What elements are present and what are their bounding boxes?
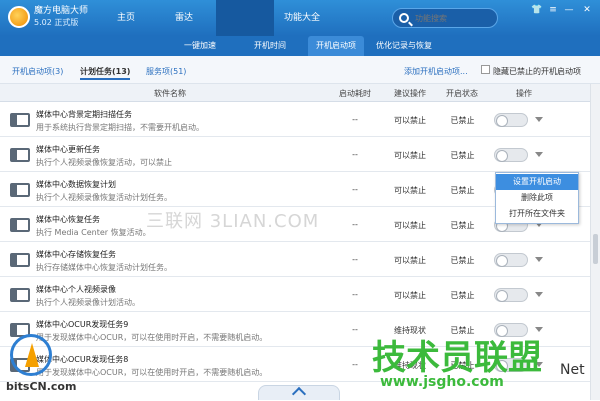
chevron-down-icon[interactable] [535,257,543,262]
filter-services[interactable]: 服务项(51) [146,66,186,77]
row-desc: 用于系统执行背景定期扫描，不需要开机启动。 [36,123,204,132]
bitscn-logo-icon [10,334,52,376]
row-toggle[interactable] [494,113,528,127]
watermark-jsgho-url: www.jsgho.com [380,374,504,390]
row-advice: 可以禁止 [394,221,426,230]
row-desc: 执行个人视频录像恢复活动计划任务。 [36,193,172,202]
row-desc: 执行 Media Center 恢复活动。 [36,228,151,237]
header-action: 操作 [516,89,532,98]
hide-disabled-checkbox[interactable] [481,65,490,74]
header-advice: 建议操作 [394,89,426,98]
vertical-scrollbar[interactable] [590,84,600,400]
table-row[interactable]: 媒体中心个人视频录像 执行个人视频录像计划活动。 -- 可以禁止 已禁止 [0,277,590,312]
app-version: 5.02 正式版 [34,18,79,27]
row-advice: 可以禁止 [394,256,426,265]
row-desc: 执行存储媒体中心恢复活动计划任务。 [36,263,172,272]
minimize-icon[interactable]: — [562,4,576,16]
add-startup-item-link[interactable]: 添加开机启动项... [404,66,468,77]
media-center-icon [10,183,30,197]
filter-startup-items[interactable]: 开机启动项(3) [12,66,63,77]
table-row[interactable]: 媒体中心更新任务 执行个人视频录像恢复活动，可以禁止 -- 可以禁止 已禁止 [0,137,590,172]
watermark-jsgho-cn: 技术员联盟 [372,338,542,378]
row-toggle[interactable] [494,288,528,302]
row-status: 已禁止 [450,256,475,265]
row-name: 媒体中心恢复任务 [36,215,100,224]
row-advice: 可以禁止 [394,151,426,160]
media-center-icon [10,113,30,127]
row-name: 媒体中心个人视频录像 [36,285,116,294]
sub-nav: 一键加速 开机时间 开机启动项 优化记录与恢复 [0,36,600,56]
menu-icon[interactable]: ≡ [546,4,560,16]
row-status: 已禁止 [450,221,475,230]
row-toggle[interactable] [494,148,528,162]
row-time: -- [352,325,358,334]
row-time: -- [352,255,358,264]
row-time: -- [352,115,358,124]
row-name: 媒体中心背景定期扫描任务 [36,110,132,119]
row-time: -- [352,220,358,229]
row-desc: 执行个人视频录像恢复活动，可以禁止 [36,158,172,167]
tab-rocket[interactable] [216,0,467,36]
subtab-boot-time[interactable]: 开机时间 [246,36,294,56]
row-status: 已禁止 [450,151,475,160]
row-advice: 可以禁止 [394,291,426,300]
chevron-down-icon[interactable] [535,117,543,122]
search-input[interactable] [415,11,495,25]
table-header: 软件名称 启动耗时 建议操作 开启状态 操作 [0,84,590,102]
context-menu: 设置开机启动 删除此项 打开所在文件夹 [495,172,579,224]
row-desc: 用于发现媒体中心OCUR，可以在使用时开启，不需要随机启动。 [36,368,268,377]
row-time: -- [352,360,358,369]
subtab-startup-items[interactable]: 开机启动项 [308,36,364,56]
row-time: -- [352,185,358,194]
row-name: 媒体中心存储恢复任务 [36,250,116,259]
table-row[interactable]: 媒体中心存储恢复任务 执行存储媒体中心恢复活动计划任务。 -- 可以禁止 已禁止 [0,242,590,277]
search-icon [399,13,409,23]
hide-disabled-label: 隐藏已禁止的开机启动项 [493,67,581,76]
subtab-optimize-history[interactable]: 优化记录与恢复 [372,36,436,56]
row-advice: 可以禁止 [394,116,426,125]
close-icon[interactable]: ✕ [580,4,594,16]
table-row[interactable]: 媒体中心背景定期扫描任务 用于系统执行背景定期扫描，不需要开机启动。 -- 可以… [0,102,590,137]
media-center-icon [10,218,30,232]
row-time: -- [352,150,358,159]
header-status: 开启状态 [446,89,478,98]
row-advice: 可以禁止 [394,186,426,195]
row-desc: 执行个人视频录像计划活动。 [36,298,140,307]
row-desc: 用于发现媒体中心OCUR，可以在使用时开启，不需要随机启动。 [36,333,268,342]
row-toggle[interactable] [494,253,528,267]
filter-scheduled-tasks[interactable]: 计划任务(13) [80,66,131,80]
collapse-panel-button[interactable] [258,385,340,400]
subtab-one-click-speedup[interactable]: 一键加速 [176,36,224,56]
app-logo-icon [8,6,30,28]
scrollbar-thumb[interactable] [593,234,598,264]
chevron-down-icon[interactable] [535,292,543,297]
row-status: 已禁止 [450,291,475,300]
media-center-icon [10,253,30,267]
app-title: 魔方电脑大师 [34,6,89,16]
header-time: 启动耗时 [339,89,371,98]
watermark-3lian: 三联网 3LIAN.COM [146,211,320,232]
chevron-down-icon[interactable] [535,152,543,157]
title-bar: 魔方电脑大师 5.02 正式版 主页 雷达 功能大全 👕 ≡ — ✕ [0,0,600,36]
watermark-net: Net [560,362,585,378]
media-center-icon [10,288,30,302]
filter-bar: 开机启动项(3) 计划任务(13) 服务项(51) 添加开机启动项... 隐藏已… [0,56,600,84]
row-name: 媒体中心更新任务 [36,145,100,154]
row-status: 已禁止 [450,186,475,195]
row-status: 已禁止 [450,116,475,125]
menu-item-set-startup[interactable]: 设置开机启动 [496,174,578,190]
row-time: -- [352,290,358,299]
tab-radar[interactable]: 雷达 [156,0,212,36]
menu-item-open-folder[interactable]: 打开所在文件夹 [496,206,578,222]
row-name: 媒体中心数据恢复计划 [36,180,116,189]
media-center-icon [10,148,30,162]
watermark-bitscn: bitsCN.com [6,380,77,393]
search-box[interactable] [392,8,498,28]
skin-icon[interactable]: 👕 [530,4,544,16]
header-name: 软件名称 [154,89,186,98]
menu-item-delete[interactable]: 删除此项 [496,190,578,206]
row-name: 媒体中心OCUR发现任务9 [36,320,129,329]
tab-all-features[interactable]: 功能大全 [278,0,326,36]
tab-home[interactable]: 主页 [100,0,152,36]
